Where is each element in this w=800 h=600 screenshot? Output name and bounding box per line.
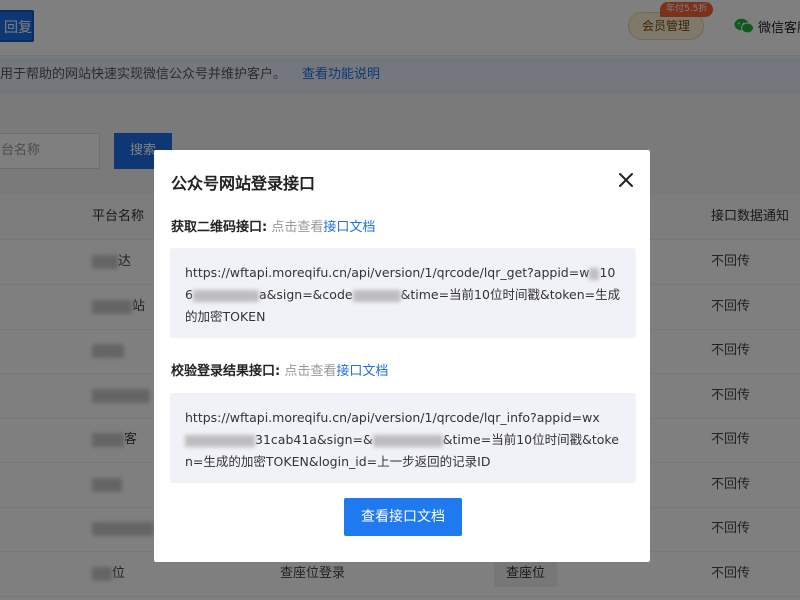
qrcode-doc-link[interactable]: 接口文档 xyxy=(323,220,375,235)
login-interface-modal: 公众号网站登录接口 获取二维码接口: 点击查看接口文档 https://wfta… xyxy=(154,150,650,562)
verify-section-label: 校验登录结果接口: 点击查看接口文档 xyxy=(171,364,389,379)
verify-url-box: https://wftapi.moreqifu.cn/api/version/1… xyxy=(170,393,636,483)
verify-doc-link[interactable]: 接口文档 xyxy=(336,364,388,379)
modal-title: 公众号网站登录接口 xyxy=(171,174,316,193)
close-icon[interactable] xyxy=(616,170,636,190)
qrcode-url-box: https://wftapi.moreqifu.cn/api/version/1… xyxy=(170,248,636,338)
qrcode-section-label: 获取二维码接口: 点击查看接口文档 xyxy=(171,220,376,235)
view-api-doc-button[interactable]: 查看接口文档 xyxy=(344,498,462,536)
